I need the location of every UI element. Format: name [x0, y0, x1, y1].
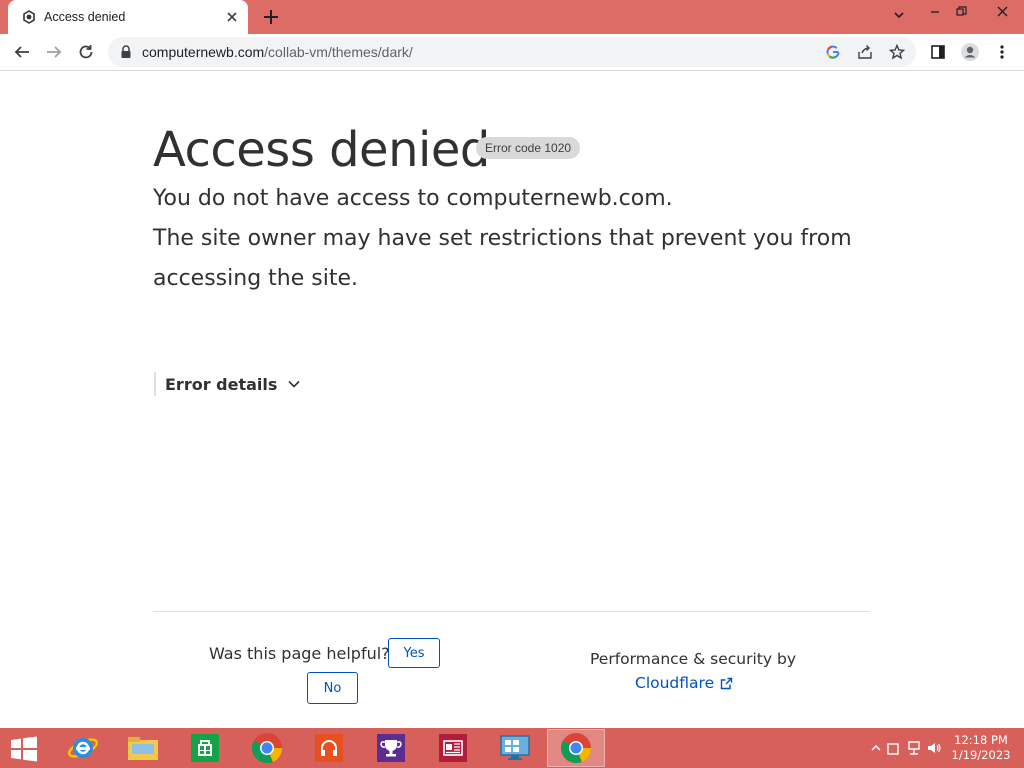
browser-toolbar: computernewb.com/collab-vm/themes/dark/ — [0, 34, 1024, 71]
avatar-icon — [961, 43, 979, 61]
close-icon — [997, 6, 1007, 16]
taskbar-remote-desktop[interactable] — [486, 729, 544, 767]
lock-icon[interactable] — [120, 45, 132, 59]
url-path: /collab-vm/themes/dark/ — [264, 44, 413, 60]
remote-desktop-icon — [500, 735, 530, 760]
page-title: Access denied — [153, 122, 490, 178]
clock-time: 12:18 PM — [954, 733, 1008, 747]
taskbar-ie[interactable] — [54, 729, 112, 767]
url-host: computernewb.com — [142, 44, 265, 60]
side-panel-button[interactable] — [928, 42, 948, 62]
chevron-down-icon — [894, 12, 904, 19]
address-bar[interactable]: computernewb.com/collab-vm/themes/dark/ — [108, 37, 916, 67]
windows-start-icon[interactable] — [8, 736, 40, 762]
taskbar-news[interactable] — [424, 729, 482, 767]
folder-icon — [128, 737, 158, 760]
new-tab-icon[interactable] — [262, 8, 280, 26]
more-vert-icon — [1000, 45, 1004, 59]
share-button[interactable] — [856, 43, 874, 61]
tab-access-denied[interactable]: Access denied — [8, 0, 248, 34]
cloudflare-link[interactable]: Cloudflare — [635, 674, 733, 692]
taskbar-chrome-active[interactable] — [547, 729, 605, 767]
forward-button[interactable] — [44, 42, 64, 62]
back-button[interactable] — [12, 42, 32, 62]
google-lens-button[interactable] — [824, 43, 842, 61]
feedback-question: Was this page helpful? — [209, 644, 390, 663]
taskbar-file-explorer[interactable] — [114, 729, 172, 767]
back-arrow-icon — [14, 46, 29, 58]
trophy-icon — [377, 734, 405, 762]
store-icon — [191, 734, 219, 762]
feedback-no-button[interactable]: No — [307, 672, 358, 704]
network-icon[interactable] — [906, 740, 922, 756]
volume-icon[interactable] — [926, 740, 942, 756]
news-icon — [439, 734, 467, 762]
external-link-icon — [720, 677, 733, 689]
taskbar-games[interactable] — [362, 729, 420, 767]
action-center-icon[interactable] — [886, 740, 902, 756]
clock-date: 1/19/2023 — [951, 748, 1011, 762]
error-details-toggle[interactable]: Error details — [154, 372, 301, 396]
restriction-message-line2: accessing the site. — [153, 266, 358, 291]
performance-security-text: Performance & security by — [590, 650, 796, 668]
share-icon — [858, 45, 872, 59]
show-hidden-icons-icon[interactable] — [868, 740, 884, 756]
close-window-button[interactable] — [980, 0, 1024, 22]
headphones-icon — [315, 734, 343, 762]
star-icon — [889, 44, 905, 60]
tab-title: Access denied — [44, 10, 126, 24]
feedback-yes-button[interactable]: Yes — [388, 638, 440, 668]
restore-icon — [955, 5, 967, 16]
tab-search-button[interactable] — [884, 0, 914, 30]
taskbar-music[interactable] — [300, 729, 358, 767]
page-header: Access denied — [153, 122, 490, 178]
google-g-icon — [826, 45, 840, 59]
cloudflare-link-label: Cloudflare — [635, 674, 715, 692]
close-tab-icon[interactable] — [224, 9, 240, 25]
tab-strip: Access denied — [0, 0, 1024, 34]
error-details-label: Error details — [165, 374, 278, 394]
internet-explorer-icon — [67, 738, 99, 758]
menu-button[interactable] — [992, 42, 1012, 62]
forward-arrow-icon — [47, 46, 62, 58]
taskbar-chrome-1[interactable] — [238, 729, 296, 767]
chrome-icon — [561, 733, 592, 764]
url-text[interactable]: computernewb.com/collab-vm/themes/dark/ — [142, 44, 413, 60]
restriction-message-line1: The site owner may have set restrictions… — [153, 226, 852, 251]
access-message: You do not have access to computernewb.c… — [153, 186, 673, 211]
chevron-down-icon — [288, 380, 300, 388]
error-code-badge: Error code 1020 — [476, 137, 581, 159]
bookmark-button[interactable] — [888, 43, 906, 61]
taskbar-clock[interactable]: 12:18 PM 1/19/2023 — [950, 733, 1012, 763]
favicon-icon — [23, 10, 35, 24]
reload-icon — [79, 45, 93, 59]
minimize-icon — [931, 11, 939, 13]
side-panel-icon — [931, 45, 945, 59]
chrome-icon — [251, 733, 283, 764]
taskbar-store[interactable] — [176, 729, 234, 767]
reload-button[interactable] — [76, 42, 96, 62]
taskbar: 12:18 PM 1/19/2023 — [0, 728, 1024, 768]
restore-button[interactable] — [946, 0, 976, 22]
profile-button[interactable] — [960, 42, 980, 62]
footer-divider — [153, 611, 870, 612]
